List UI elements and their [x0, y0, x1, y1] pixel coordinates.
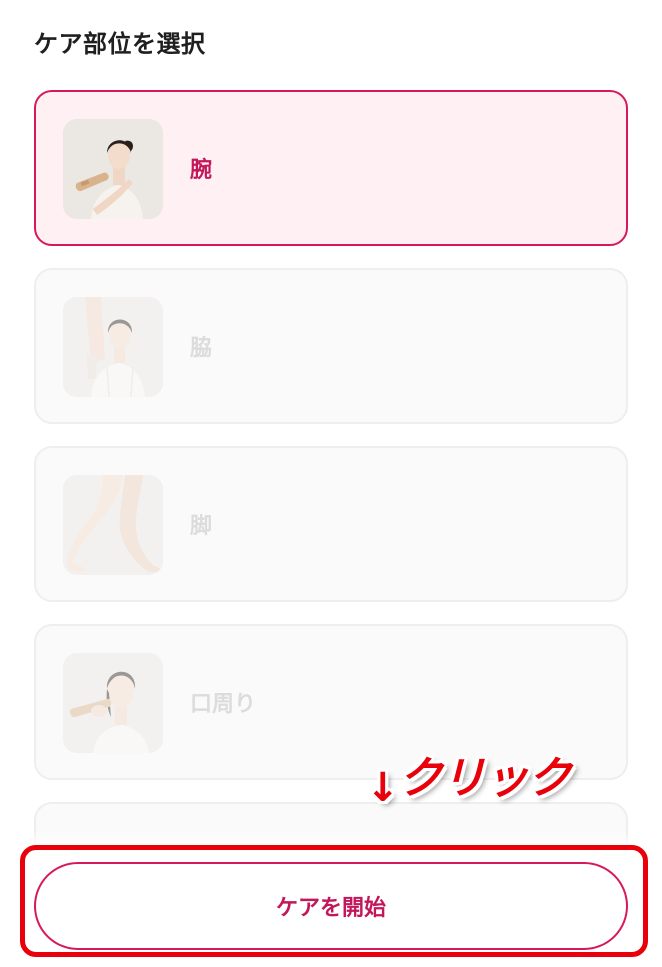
care-area-option-legs[interactable]: 脚: [34, 446, 628, 602]
legs-care-photo: [63, 475, 163, 575]
page-title: ケア部位を選択: [34, 30, 206, 58]
arm-care-photo: [63, 119, 163, 219]
care-area-option-underarm[interactable]: 脇: [34, 268, 628, 424]
care-area-option-mouth-area[interactable]: 口周り: [34, 624, 628, 780]
care-area-label: 口周り: [190, 692, 257, 717]
mouth-area-care-photo: [63, 653, 163, 753]
start-care-button[interactable]: ケアを開始: [34, 862, 628, 950]
care-area-list: 腕 脇 脚 口周り: [34, 90, 628, 862]
care-area-option-arm[interactable]: 腕: [34, 90, 628, 246]
care-area-label: 脇: [190, 336, 213, 361]
care-area-selection-screen: ケア部位を選択 腕 脇 脚 口周り ケアを開始 ↓クリック: [0, 0, 662, 967]
care-area-label: 腕: [190, 158, 213, 183]
care-area-label: 脚: [190, 514, 213, 539]
underarm-care-photo: [63, 297, 163, 397]
